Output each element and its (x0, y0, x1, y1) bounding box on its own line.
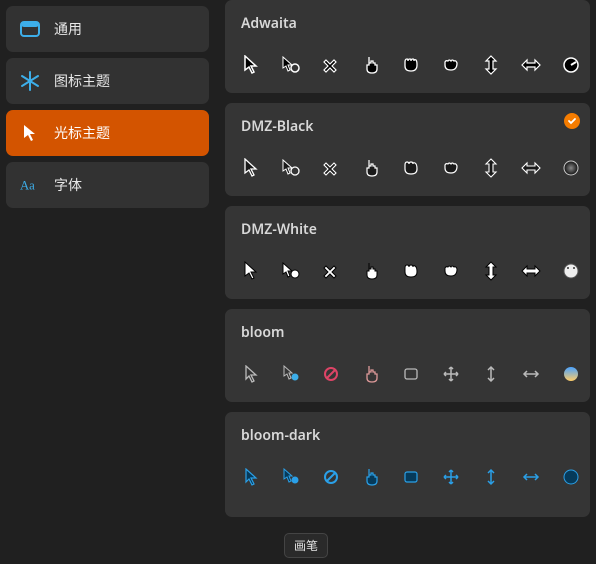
context-menu-cursor-icon (281, 467, 301, 487)
theme-card-bloom-dark[interactable]: bloom-dark (225, 412, 590, 517)
grabbing-cursor-icon (441, 261, 461, 281)
default-cursor-icon (241, 55, 261, 75)
sidebar: 通用 图标主题 光标主题 Aa 字体 (0, 0, 215, 564)
ns-resize-cursor-icon (481, 467, 501, 487)
ew-resize-cursor-icon (521, 467, 541, 487)
grab-cursor-icon (401, 55, 421, 75)
context-menu-cursor-icon (281, 364, 301, 384)
grab-cursor-icon (401, 158, 421, 178)
cursor-preview-row (241, 55, 574, 75)
ns-resize-cursor-icon (481, 364, 501, 384)
sidebar-item-icon-theme[interactable]: 图标主题 (6, 58, 209, 104)
wait-cursor-icon (561, 467, 581, 487)
sidebar-item-general[interactable]: 通用 (6, 6, 209, 52)
ew-resize-cursor-icon (521, 158, 541, 178)
default-cursor-icon (241, 467, 261, 487)
pointer-cursor-icon (361, 364, 381, 384)
font-icon: Aa (20, 177, 40, 193)
cursor-preview-row (241, 158, 574, 178)
cursor-theme-list: Adwaita DMZ-Black (215, 0, 596, 564)
theme-card-adwaita[interactable]: Adwaita (225, 0, 590, 93)
window-icon (20, 21, 40, 37)
theme-card-dmz-white[interactable]: DMZ-White (225, 206, 590, 299)
context-menu-cursor-icon (281, 158, 301, 178)
context-menu-cursor-icon (281, 55, 301, 75)
not-allowed-cursor-icon (321, 261, 341, 281)
ns-resize-cursor-icon (481, 158, 501, 178)
default-cursor-icon (241, 158, 261, 178)
ns-resize-cursor-icon (481, 261, 501, 281)
grab-cursor-icon (401, 261, 421, 281)
theme-card-bloom[interactable]: bloom (225, 309, 590, 402)
cursor-preview-row (241, 467, 574, 487)
wait-cursor-icon (561, 364, 581, 384)
cursor-icon (20, 123, 40, 143)
default-cursor-icon (241, 261, 261, 281)
grab-cursor-icon (401, 364, 421, 384)
svg-text:Aa: Aa (20, 179, 35, 193)
sidebar-item-label: 字体 (54, 175, 82, 195)
context-menu-cursor-icon (281, 261, 301, 281)
pointer-cursor-icon (361, 158, 381, 178)
default-cursor-icon (241, 364, 261, 384)
selected-check-icon (564, 113, 580, 129)
theme-title: bloom (241, 323, 574, 342)
theme-title: DMZ-White (241, 220, 574, 239)
not-allowed-cursor-icon (321, 364, 341, 384)
cursor-preview-row (241, 364, 574, 384)
theme-card-dmz-black[interactable]: DMZ-Black (225, 103, 590, 196)
ew-resize-cursor-icon (521, 55, 541, 75)
pointer-cursor-icon (361, 261, 381, 281)
grabbing-cursor-icon (441, 55, 461, 75)
sidebar-item-font[interactable]: Aa 字体 (6, 162, 209, 208)
sidebar-item-label: 图标主题 (54, 71, 110, 91)
wait-cursor-icon (561, 158, 581, 178)
theme-title: DMZ-Black (241, 117, 574, 136)
not-allowed-cursor-icon (321, 467, 341, 487)
sidebar-item-label: 光标主题 (54, 123, 110, 143)
move-cursor-icon (441, 467, 461, 487)
theme-title: bloom-dark (241, 426, 574, 445)
pointer-cursor-icon (361, 55, 381, 75)
not-allowed-cursor-icon (321, 158, 341, 178)
theme-title: Adwaita (241, 14, 574, 33)
cursor-preview-row (241, 261, 574, 281)
wait-cursor-icon (561, 261, 581, 281)
grabbing-cursor-icon (441, 158, 461, 178)
pointer-cursor-icon (361, 467, 381, 487)
ew-resize-cursor-icon (521, 261, 541, 281)
ns-resize-cursor-icon (481, 55, 501, 75)
snowflake-icon (20, 71, 40, 91)
ew-resize-cursor-icon (521, 364, 541, 384)
sidebar-item-cursor-theme[interactable]: 光标主题 (6, 110, 209, 156)
sidebar-item-label: 通用 (54, 19, 82, 39)
grab-cursor-icon (401, 467, 421, 487)
not-allowed-cursor-icon (321, 55, 341, 75)
wait-cursor-icon (561, 55, 581, 75)
move-cursor-icon (441, 364, 461, 384)
